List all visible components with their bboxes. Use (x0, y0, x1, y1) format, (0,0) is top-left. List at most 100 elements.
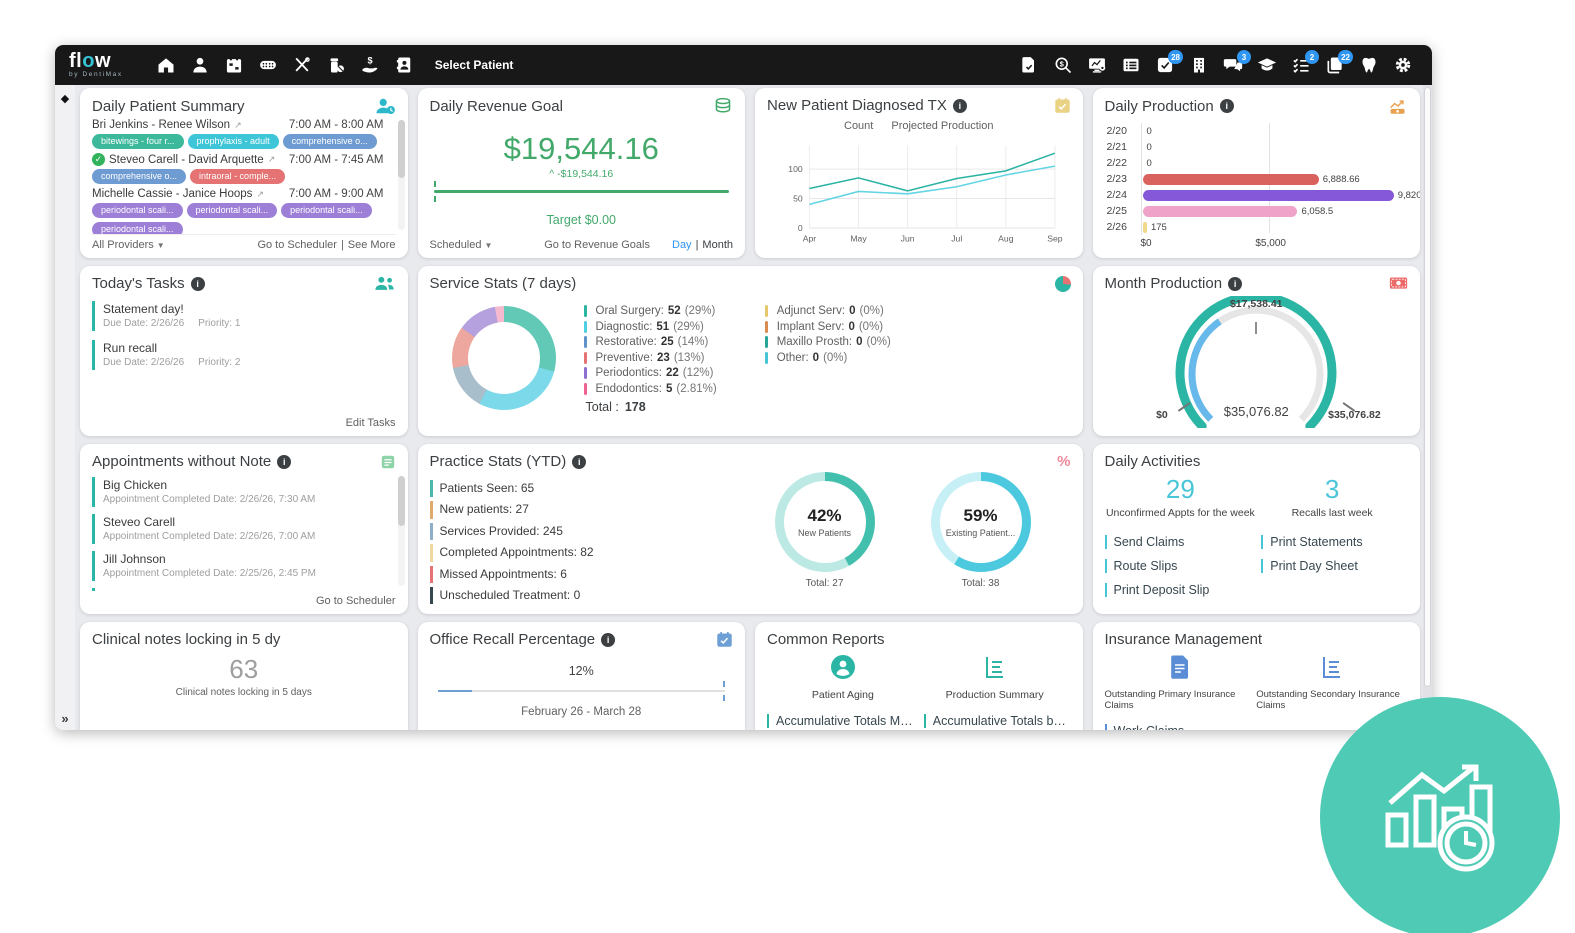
edit-tasks-link[interactable]: Edit Tasks (346, 417, 396, 429)
info-icon[interactable]: i (601, 632, 616, 647)
go-to-revenue-goals-link[interactable]: Go to Revenue Goals (544, 239, 650, 251)
stat-item: Completed Appointments: 82 (429, 544, 775, 562)
outstanding-primary-claims-button[interactable]: Outstanding Primary Insurance Claims (1105, 654, 1257, 711)
go-to-scheduler-link[interactable]: Go to Scheduler (257, 239, 337, 251)
see-more-link[interactable]: See More (348, 239, 396, 251)
patient-clock-icon[interactable] (374, 97, 396, 115)
pie-chart-icon[interactable] (1054, 275, 1071, 292)
card-title: Daily Revenue Goal (429, 97, 563, 115)
procedure-chip[interactable]: prophylaxis - adult (187, 134, 279, 149)
card-scrollbar[interactable] (397, 476, 405, 586)
route-slips-link[interactable]: Route Slips (1104, 559, 1252, 573)
procedure-chip[interactable]: bitewings - four r... (92, 134, 184, 149)
report-label: Patient Aging (811, 689, 874, 701)
rail-diamond-icon[interactable]: ◆ (61, 92, 69, 105)
checklist-icon[interactable]: 2 (1284, 50, 1319, 80)
rail-expand-icon[interactable]: » (61, 711, 68, 726)
tooth-icon[interactable] (1352, 50, 1386, 80)
patient-book-icon[interactable] (387, 50, 421, 80)
svg-text:50: 50 (793, 193, 803, 203)
prescription-icon[interactable] (319, 50, 353, 80)
appointment-item[interactable]: Jill Johnson Appointment Completed Date:… (92, 551, 384, 581)
procedure-chip[interactable]: periodontal scali... (281, 203, 372, 218)
screen-report-icon[interactable] (1080, 50, 1114, 80)
print-statements-link[interactable]: Print Statements (1261, 535, 1408, 549)
send-claims-link[interactable]: Send Claims (1104, 535, 1252, 549)
coins-icon[interactable] (713, 97, 733, 115)
procedure-chip[interactable]: comprehensive o... (92, 169, 187, 184)
select-patient-label[interactable]: Select Patient (435, 58, 514, 72)
patient-icon[interactable] (183, 50, 217, 80)
flow-logo[interactable]: flow by DentiMax (69, 51, 123, 79)
patient-aging-button[interactable]: Patient Aging (767, 654, 919, 701)
accumulative-totals-by-date-link[interactable]: Accumulative Totals by Dat... (923, 714, 1071, 728)
messages-icon[interactable]: 3 (1216, 50, 1251, 80)
info-icon[interactable]: i (277, 454, 292, 469)
calendar-check-yellow-icon[interactable] (1054, 97, 1071, 114)
tools-icon[interactable] (285, 50, 319, 80)
appointment-item[interactable]: Big Chicken Appointment Completed Date: … (92, 477, 384, 507)
dentures-icon[interactable] (251, 50, 285, 80)
print-day-sheet-link[interactable]: Print Day Sheet (1261, 559, 1408, 573)
calendar-icon[interactable] (217, 50, 251, 80)
team-icon[interactable] (374, 275, 396, 292)
office-icon[interactable] (1182, 50, 1216, 80)
open-record-icon[interactable]: ↗ (268, 154, 276, 165)
settings-gear-icon[interactable] (1386, 50, 1420, 80)
task-item[interactable]: Statement day! Due Date: 2/26/26 Priority… (92, 301, 396, 331)
card-title: New Patient Diagnosed TX (767, 97, 947, 114)
accumulative-totals-mtd-link[interactable]: Accumulative Totals MTD (767, 714, 914, 728)
card-daily-production: Daily Production i 2/20 0 2/21 0 2/22 0 2/2… (1092, 88, 1420, 258)
gauge-value-label: $35,076.82 (1223, 404, 1289, 419)
go-to-scheduler-link[interactable]: Go to Scheduler (316, 595, 396, 607)
patient-row[interactable]: Michelle Cassie - Janice Hoops ↗ 7:00 AM -… (92, 188, 384, 234)
card-month-production: Month Production i $17,538.41 $0 $35,076… (1092, 266, 1420, 436)
report-label: Production Summary (945, 689, 1044, 701)
appointment-item[interactable]: Steveo Carell Appointment Completed Date… (92, 514, 384, 544)
production-growth-icon[interactable] (1388, 97, 1408, 115)
month-toggle[interactable]: Month (702, 239, 733, 251)
window-scrollbar[interactable] (1423, 85, 1432, 730)
task-check-icon[interactable]: 28 (1148, 50, 1183, 80)
education-icon[interactable] (1250, 50, 1284, 80)
info-icon[interactable]: i (952, 98, 967, 113)
info-icon[interactable]: i (1228, 276, 1243, 291)
bar-value: 0 (1146, 141, 1152, 153)
procedure-chip[interactable]: comprehensive o... (282, 134, 377, 149)
bar-label: 2/23 (1106, 173, 1127, 185)
home-icon[interactable] (149, 50, 183, 80)
documents-icon[interactable]: 22 (1318, 50, 1353, 80)
existing-patients-donut: 59% Existing Patient... Total: 38 (930, 472, 1031, 589)
info-icon[interactable]: i (190, 276, 205, 291)
task-item[interactable]: Run recall Due Date: 2/26/26 Priority: 2 (92, 340, 396, 370)
provider-filter-dropdown[interactable]: All Providers ▼ (92, 239, 165, 251)
outstanding-secondary-claims-button[interactable]: Outstanding Secondary Insurance Claims (1256, 654, 1408, 711)
search-dollar-icon[interactable]: $ (1046, 50, 1080, 80)
open-record-icon[interactable]: ↗ (234, 120, 242, 131)
task-name: Statement day! (103, 302, 184, 316)
list-icon[interactable] (1114, 50, 1148, 80)
procedure-chip[interactable]: intraoral - comple... (190, 169, 286, 184)
card-scrollbar[interactable] (397, 120, 405, 230)
card-title: Month Production (1104, 275, 1223, 292)
chevron-down-icon: ▼ (156, 241, 165, 250)
scheduled-filter-dropdown[interactable]: Scheduled ▼ (430, 239, 493, 251)
patient-row[interactable]: ✓ Steveo Carell - David Arquette ↗ 7:00 AM … (92, 153, 384, 184)
recall-percent: 12% (568, 664, 594, 678)
open-record-icon[interactable]: ↗ (256, 189, 264, 200)
payment-hand-icon[interactable]: $ (353, 50, 387, 80)
day-toggle[interactable]: Day (672, 239, 692, 251)
note-icon[interactable] (380, 454, 396, 470)
svg-text:May: May (850, 233, 867, 243)
info-icon[interactable]: i (1219, 99, 1234, 113)
production-summary-button[interactable]: Production Summary (919, 654, 1071, 701)
file-check-icon[interactable] (1012, 50, 1046, 80)
procedure-chip[interactable]: periodontal scali... (92, 222, 183, 234)
print-deposit-slip-link[interactable]: Print Deposit Slip (1104, 583, 1252, 597)
procedure-chip[interactable]: periodontal scali... (186, 203, 278, 218)
info-icon[interactable]: i (572, 454, 587, 469)
cash-icon[interactable] (1389, 276, 1408, 291)
procedure-chip[interactable]: periodontal scali... (92, 203, 183, 218)
patient-row[interactable]: Bri Jenkins - Renee Wilson ↗ 7:00 AM - 8:0… (92, 119, 384, 149)
calendar-check-blue-icon[interactable] (716, 631, 733, 648)
